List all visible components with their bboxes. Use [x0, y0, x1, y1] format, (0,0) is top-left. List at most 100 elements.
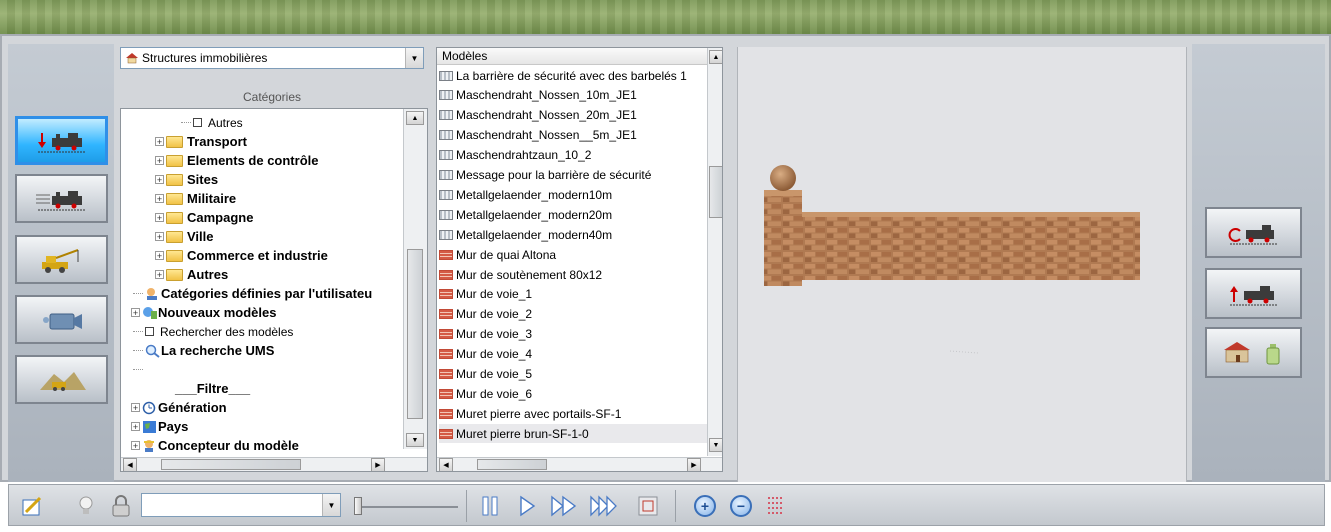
toolbar-divider	[466, 490, 467, 522]
model-list-item[interactable]: Metallgelaender_modern20m	[439, 205, 707, 224]
model-list-item[interactable]: Muret pierre avec portails-SF-1	[439, 404, 707, 423]
object-properties-button[interactable]	[1205, 327, 1302, 378]
edit-button[interactable]	[18, 492, 46, 520]
insert-mode-button[interactable]	[15, 116, 108, 165]
pause-button[interactable]	[478, 492, 502, 520]
fence-model-icon	[439, 170, 453, 180]
model-list-item[interactable]: Mur de voie_1	[439, 285, 707, 304]
folder-icon	[166, 230, 183, 243]
fast-forward-button[interactable]	[548, 492, 580, 520]
rotate-model-button[interactable]	[1205, 207, 1302, 258]
tree-vertical-scrollbar[interactable]: ▲ ▼	[403, 109, 427, 449]
expand-plus-icon[interactable]: +	[155, 251, 164, 261]
model-list-item[interactable]: Message pour la barrière de sécurité	[439, 166, 707, 185]
model-list-item[interactable]: Mur de voie_6	[439, 384, 707, 403]
tree-item[interactable]: + Campagne	[155, 208, 253, 227]
landscape-mode-button[interactable]	[15, 355, 108, 404]
tree-item[interactable]: + Génération	[131, 398, 227, 417]
scroll-left-icon[interactable]: ◀	[439, 458, 453, 471]
play-button[interactable]	[515, 492, 539, 520]
tree-item[interactable]: Catégories définies par l'utilisateu	[133, 284, 372, 303]
tree-item[interactable]: + Ville	[155, 227, 214, 246]
model-list-item[interactable]: Metallgelaender_modern10m	[439, 185, 707, 204]
lift-model-button[interactable]	[1205, 268, 1302, 319]
camera-mode-button[interactable]	[15, 295, 108, 344]
tree-item[interactable]: + Nouveaux modèles	[131, 303, 277, 322]
model-list-item-label: Message pour la barrière de sécurité	[456, 168, 652, 182]
category-select[interactable]: Structures immobilières ▼	[120, 47, 424, 69]
zoom-out-button[interactable]: −	[728, 492, 754, 520]
tree-item[interactable]: + Transport	[155, 132, 247, 151]
model-list-item[interactable]: Maschendraht_Nossen_20m_JE1	[439, 106, 707, 125]
chevron-down-icon[interactable]: ▼	[322, 494, 340, 516]
tree-item[interactable]: + Sites	[155, 170, 218, 189]
tree-item[interactable]: + Commerce et industrie	[155, 246, 328, 265]
tree-item[interactable]: Autres	[181, 113, 243, 132]
scroll-up-icon[interactable]: ▲	[406, 111, 424, 125]
tree-item[interactable]: ___Filtre___	[175, 379, 250, 398]
model-list-item[interactable]: Metallgelaender_modern40m	[439, 225, 707, 244]
slider-handle[interactable]	[354, 497, 362, 515]
faster-forward-button[interactable]	[588, 492, 620, 520]
models-scroll-thumb[interactable]	[709, 166, 722, 218]
models-vertical-scrollbar[interactable]: ▲ ▼	[707, 48, 722, 456]
category-tree[interactable]: Autres + Transport + Elements de contrôle + Si…	[120, 108, 428, 472]
scroll-right-icon[interactable]: ▶	[687, 458, 701, 471]
zoom-slider[interactable]	[348, 497, 458, 517]
scroll-down-icon[interactable]: ▼	[709, 438, 722, 452]
screenshot-button[interactable]	[635, 492, 661, 520]
expand-plus-icon[interactable]: +	[155, 270, 164, 280]
scroll-down-icon[interactable]: ▼	[406, 433, 424, 447]
scroll-left-icon[interactable]: ◀	[123, 458, 137, 471]
tree-item[interactable]: + Autres	[155, 265, 228, 284]
tree-item[interactable]: + Militaire	[155, 189, 236, 208]
speed-input[interactable]: ▼	[141, 493, 341, 517]
tree-scroll-thumb[interactable]	[407, 249, 423, 419]
tree-hscroll-thumb[interactable]	[161, 459, 301, 470]
expand-plus-icon[interactable]: +	[131, 441, 140, 451]
models-horizontal-scrollbar[interactable]: ◀ ▶	[437, 457, 722, 471]
tree-item[interactable]: + Concepteur du modèle	[131, 436, 299, 455]
expand-plus-icon[interactable]: +	[131, 403, 140, 413]
expand-plus-icon[interactable]: +	[155, 175, 164, 185]
expand-plus-icon[interactable]: +	[155, 232, 164, 242]
tree-item[interactable]: + Pays	[131, 417, 188, 436]
model-list-item[interactable]: Mur de voie_2	[439, 305, 707, 324]
model-list-item[interactable]: Mur de quai Altona	[439, 245, 707, 264]
tree-item[interactable]: La recherche UMS	[133, 341, 274, 360]
model-preview[interactable]	[737, 47, 1187, 482]
model-list-item[interactable]: Mur de voie_3	[439, 325, 707, 344]
expand-plus-icon[interactable]: +	[155, 194, 164, 204]
models-hscroll-thumb[interactable]	[477, 459, 547, 470]
tree-connector	[133, 293, 143, 294]
model-list-item[interactable]: Mur de voie_4	[439, 345, 707, 364]
expand-plus-icon[interactable]: +	[131, 308, 140, 318]
light-button[interactable]	[75, 492, 97, 520]
model-list-item[interactable]: Maschendraht_Nossen_10m_JE1	[439, 86, 707, 105]
model-list-item[interactable]: Maschendrahtzaun_10_2	[439, 146, 707, 165]
models-list[interactable]: Modèles La barrière de sécurité avec des…	[436, 47, 723, 472]
expand-plus-icon[interactable]: +	[155, 137, 164, 147]
scroll-right-icon[interactable]: ▶	[371, 458, 385, 471]
lock-button[interactable]	[108, 492, 134, 520]
model-list-item[interactable]: Mur de voie_5	[439, 365, 707, 384]
tree-connector	[133, 350, 143, 351]
tree-item[interactable]: Rechercher des modèles	[133, 322, 293, 341]
expand-plus-icon[interactable]: +	[155, 156, 164, 166]
tree-item[interactable]: + Elements de contrôle	[155, 151, 318, 170]
zoom-in-button[interactable]: +	[692, 492, 718, 520]
model-list-item[interactable]: La barrière de sécurité avec des barbelé…	[439, 66, 707, 85]
track-mode-button[interactable]	[15, 174, 108, 223]
model-list-item[interactable]: Mur de soutènement 80x12	[439, 265, 707, 284]
expand-plus-icon[interactable]: +	[155, 213, 164, 223]
checkbox-icon[interactable]	[145, 327, 154, 336]
scroll-up-icon[interactable]: ▲	[709, 50, 722, 64]
expand-plus-icon[interactable]: +	[131, 422, 140, 432]
chevron-down-icon[interactable]: ▼	[405, 48, 423, 68]
model-list-item[interactable]: Muret pierre brun-SF-1-0	[439, 424, 707, 444]
crane-mode-button[interactable]	[15, 235, 108, 284]
model-list-item[interactable]: Maschendraht_Nossen__5m_JE1	[439, 126, 707, 145]
tree-horizontal-scrollbar[interactable]: ◀ ▶	[121, 457, 427, 471]
checkbox-icon[interactable]	[193, 118, 202, 127]
grid-button[interactable]	[765, 492, 787, 520]
